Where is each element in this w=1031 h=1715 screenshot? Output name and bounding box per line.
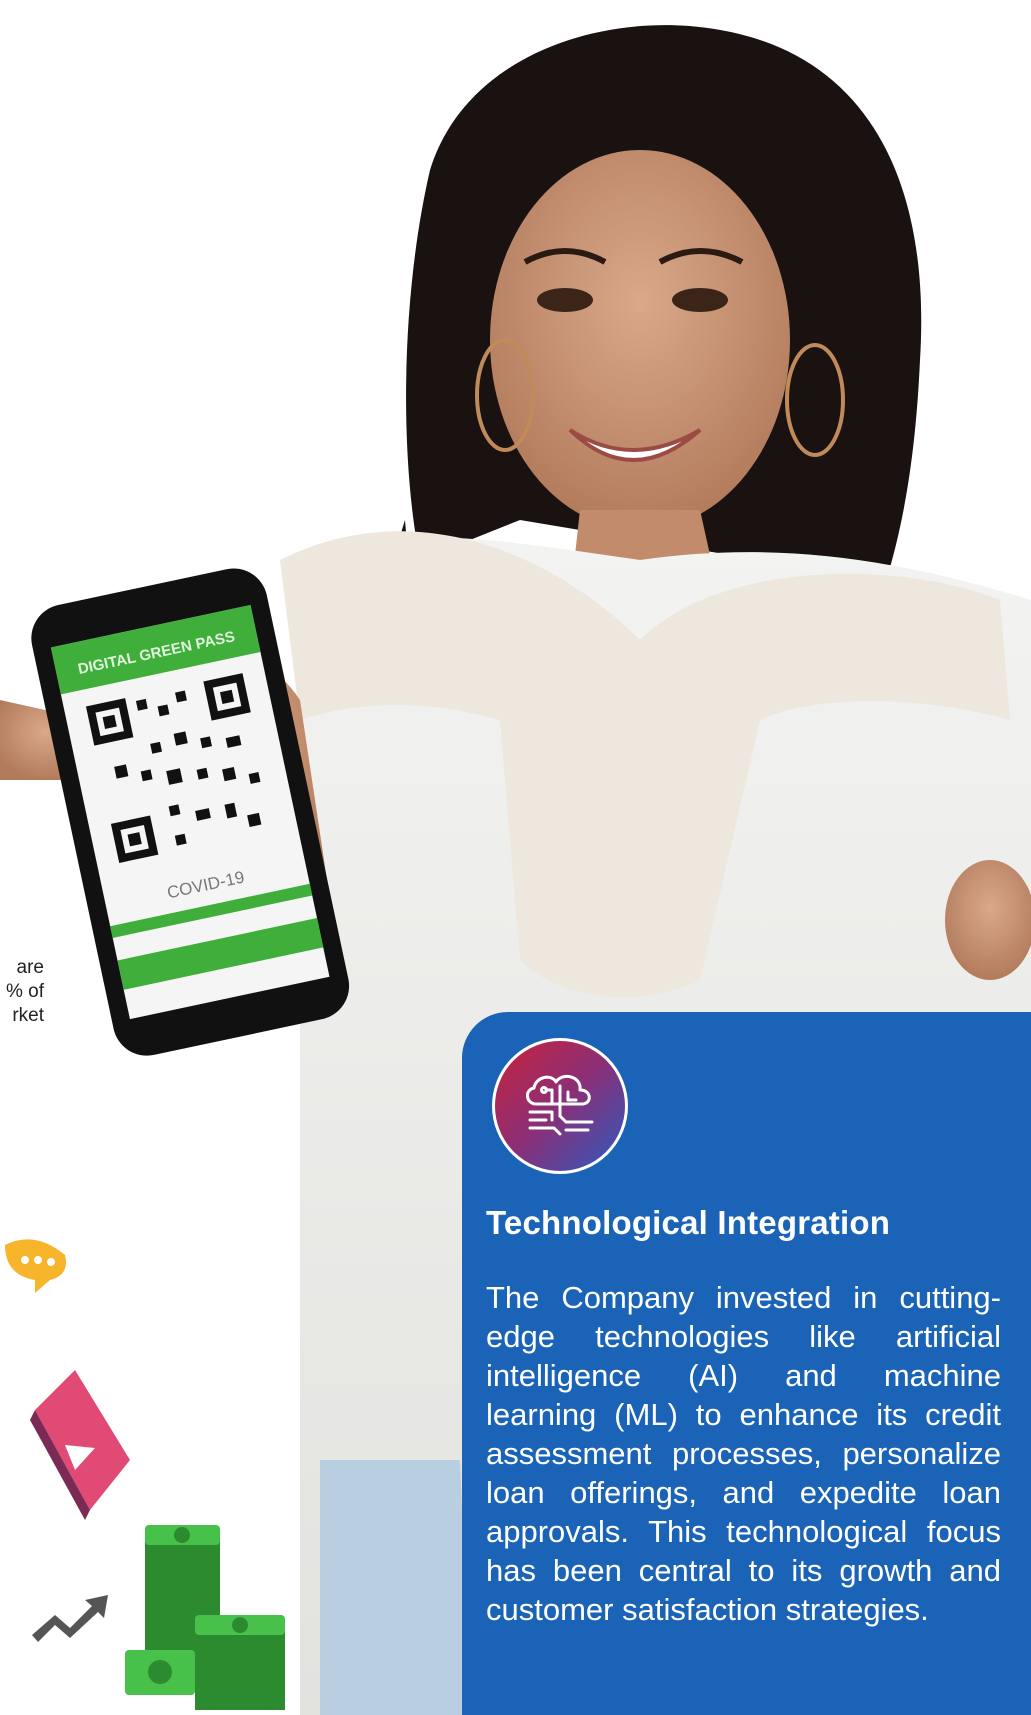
page: DIGITAL GREEN PASS COVID-19 are % of rke… bbox=[0, 0, 1031, 1715]
card-title: Technological Integration bbox=[486, 1204, 891, 1241]
clipped-paragraph: are % of rket bbox=[0, 956, 44, 1028]
info-card: Technological Integration The Company in… bbox=[462, 1012, 1031, 1715]
clipped-line: are bbox=[16, 957, 44, 978]
card-body: The Company invested in cutting-edge tec… bbox=[486, 1280, 1001, 1627]
chat-bubble-icon bbox=[5, 1239, 66, 1293]
phone-image: DIGITAL GREEN PASS COVID-19 bbox=[31, 568, 350, 1056]
icon-badge bbox=[492, 1038, 628, 1174]
money-stack-icon bbox=[125, 1525, 285, 1710]
cloud-circuit-icon bbox=[526, 1074, 594, 1136]
trend-arrow-icon bbox=[32, 1595, 108, 1642]
video-play-icon bbox=[30, 1370, 130, 1520]
clipped-line: % of bbox=[5, 981, 44, 1002]
clipped-line: rket bbox=[12, 1005, 44, 1026]
